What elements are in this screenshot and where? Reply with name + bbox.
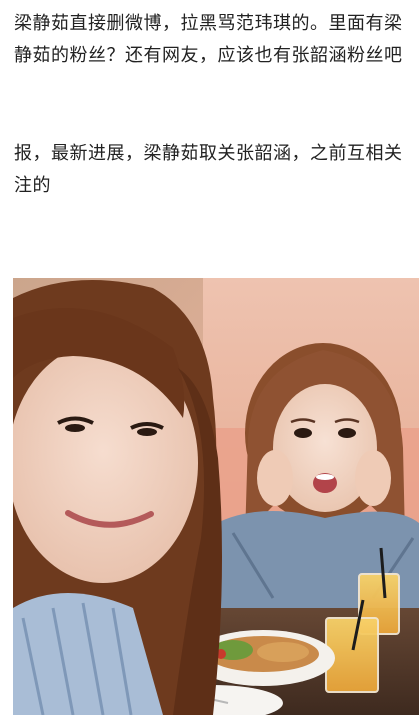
post-text-paragraph-1: 梁静茹直接删微博，拉黑骂范玮琪的。里面有梁静茹的粉丝？还有网友，应该也有张韶涵粉… [14,13,403,66]
post-photo[interactable] [13,278,419,715]
weibo-post: 梁静茹直接删微博，拉黑骂范玮琪的。里面有梁静茹的粉丝？还有网友，应该也有张韶涵粉… [0,0,419,715]
post-text-paragraph-2: 报，最新进展，梁静茹取关张韶涵，之前互相关注的 [14,143,403,196]
selfie-image [13,278,419,715]
